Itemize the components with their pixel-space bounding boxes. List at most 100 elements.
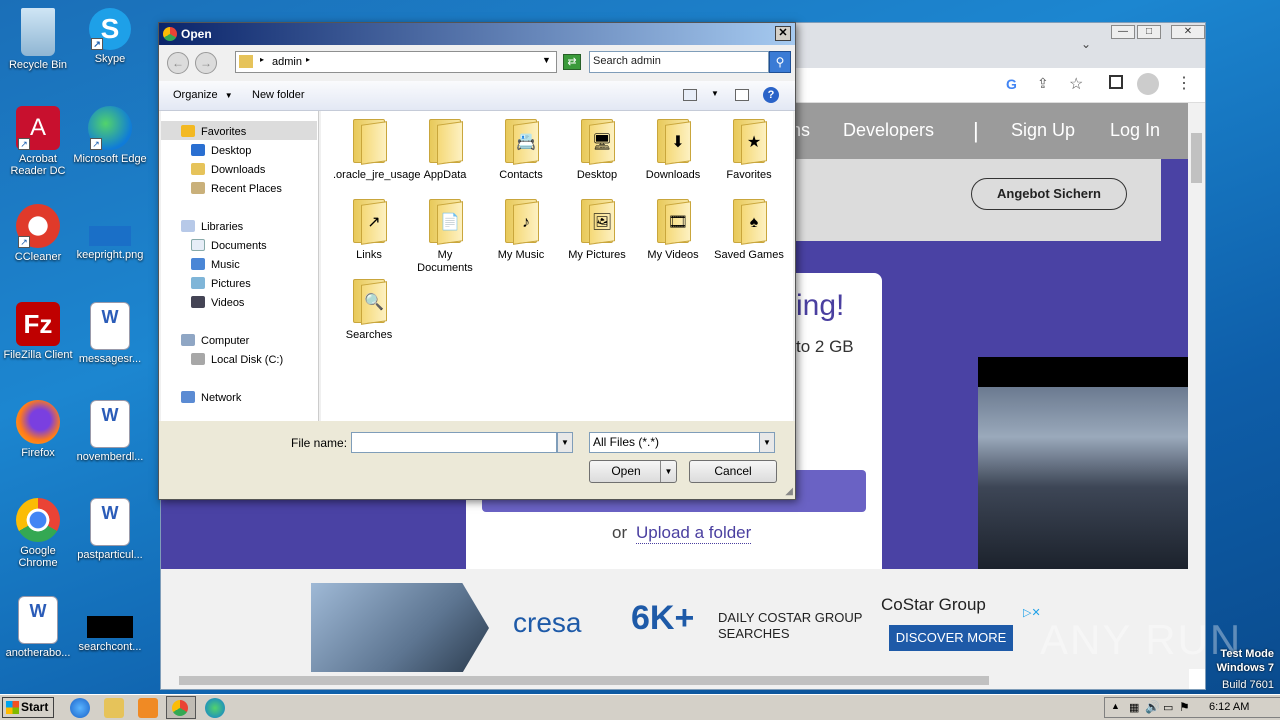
tray-chevron-up-icon[interactable]: ▲ <box>1111 701 1120 711</box>
desktop-icon-pastparticul[interactable]: W pastparticul... <box>72 498 148 561</box>
file-name-input[interactable] <box>351 432 557 453</box>
desktop-icon-chrome[interactable]: Google Chrome <box>0 498 76 569</box>
open-button[interactable]: Open ▼ <box>589 460 677 483</box>
share-icon[interactable]: ⇪ <box>1037 75 1049 92</box>
tray-flag-icon[interactable]: ⚑ <box>1179 700 1190 714</box>
nav-developers[interactable]: Developers <box>843 120 934 141</box>
nav-log-in[interactable]: Log In <box>1110 120 1160 141</box>
folder-item[interactable]: 🖼 My Pictures <box>561 197 633 262</box>
desktop-icon-novemberdl[interactable]: W novemberdl... <box>72 400 148 463</box>
search-input[interactable]: Search admin <box>589 51 769 73</box>
refresh-icon[interactable]: ⇄ <box>563 54 581 70</box>
close-window-button[interactable]: ✕ <box>1171 25 1205 39</box>
tray-volume-icon[interactable]: 🔊 <box>1145 700 1160 714</box>
taskbar-clock[interactable]: 6:12 AM <box>1209 701 1249 713</box>
help-icon[interactable]: ? <box>763 87 779 103</box>
desktop-icon-anotherabo[interactable]: W anotherabo... <box>0 596 76 659</box>
profile-avatar-icon[interactable] <box>1137 73 1159 95</box>
file-type-select[interactable]: All Files (*.*) <box>589 432 761 453</box>
ad-close-icon[interactable]: ▷✕ <box>1023 606 1041 619</box>
menu-kebab-icon[interactable]: ⋮ <box>1176 73 1192 93</box>
new-folder-button[interactable]: New folder <box>252 89 305 101</box>
folder-item[interactable]: ♪ My Music <box>485 197 557 262</box>
side-panel-icon[interactable] <box>1109 75 1123 89</box>
back-button[interactable]: ← <box>167 52 189 74</box>
address-history-chevron-icon[interactable]: ▼ <box>542 55 551 65</box>
nav-downloads[interactable]: Downloads <box>191 163 265 176</box>
nav-local-disk[interactable]: Local Disk (C:) <box>191 353 283 366</box>
folder-item[interactable]: ⬇ Downloads <box>637 117 709 182</box>
google-icon[interactable]: G <box>1006 76 1017 92</box>
breadcrumb-box[interactable]: ▸ admin ▸ ▼ <box>235 51 557 73</box>
nav-videos[interactable]: Videos <box>191 296 244 309</box>
forward-button[interactable]: → <box>195 52 217 74</box>
ad-banner[interactable]: cresa 6K+ DAILY COSTAR GROUP SEARCHES Co… <box>161 569 1189 674</box>
vertical-scroll-thumb[interactable] <box>1191 133 1202 183</box>
media-player-icon[interactable] <box>138 698 158 718</box>
tray-monitor-icon[interactable]: ▭ <box>1163 701 1173 714</box>
folder-item[interactable]: 📄 My Documents <box>409 197 481 275</box>
open-file-dialog: Open ✕ ← → ▸ admin ▸ ▼ ⇄ Search admin ⚲ … <box>158 22 796 500</box>
desktop-icon-skype[interactable]: S ↗ Skype <box>72 8 148 65</box>
tab-search-chevron-icon[interactable]: ⌄ <box>1081 37 1091 51</box>
folder-item[interactable]: ↗ Links <box>333 197 405 262</box>
nav-music[interactable]: Music <box>191 258 240 271</box>
start-button[interactable]: Start <box>2 697 54 718</box>
desktop-icon-edge[interactable]: ↗ Microsoft Edge <box>72 106 148 165</box>
nav-sign-up[interactable]: Sign Up <box>1011 120 1075 141</box>
breadcrumb-admin[interactable]: admin <box>272 56 302 68</box>
preview-pane-icon[interactable] <box>735 89 749 101</box>
ie-icon[interactable] <box>70 698 90 718</box>
edge-icon[interactable] <box>205 698 225 718</box>
libraries-icon <box>181 220 195 232</box>
breadcrumb-dropdown-icon[interactable]: ▸ <box>306 55 310 64</box>
folder-item[interactable]: AppData <box>409 117 481 182</box>
search-icon[interactable]: ⚲ <box>769 51 791 73</box>
folder-item[interactable]: 📇 Contacts <box>485 117 557 182</box>
maximize-button[interactable]: □ <box>1137 25 1161 39</box>
desktop-icon-firefox[interactable]: Firefox <box>0 400 76 459</box>
desktop-icon-filezilla[interactable]: Fz FileZilla Client <box>0 302 76 361</box>
tray-network-icon[interactable]: ▦ <box>1129 701 1139 714</box>
nav-pictures[interactable]: Pictures <box>191 277 251 290</box>
folder-item[interactable]: ♠ Saved Games <box>713 197 785 262</box>
desktop-icon-searchcont[interactable]: searchcont... <box>72 596 148 653</box>
horizontal-scrollbar[interactable] <box>161 672 1189 689</box>
folder-item[interactable]: 🖥 Desktop <box>561 117 633 182</box>
bookmark-star-icon[interactable]: ☆ <box>1069 74 1083 94</box>
nav-recent-places[interactable]: Recent Places <box>191 182 282 195</box>
nav-computer[interactable]: Computer <box>181 334 249 347</box>
folder-item[interactable]: 🎞 My Videos <box>637 197 709 262</box>
resize-grip-icon[interactable]: ◢ <box>785 486 793 497</box>
minimize-button[interactable]: — <box>1111 25 1135 39</box>
nav-documents[interactable]: Documents <box>191 239 267 252</box>
nav-network[interactable]: Network <box>181 391 241 404</box>
nav-libraries[interactable]: Libraries <box>181 220 243 233</box>
desktop-icon-keepright[interactable]: keepright.png <box>72 204 148 261</box>
cancel-button[interactable]: Cancel <box>689 460 777 483</box>
file-type-chevron-down-icon[interactable]: ▼ <box>759 432 775 453</box>
nav-favorites[interactable]: Favorites <box>181 125 246 138</box>
desktop-icon-messages[interactable]: W messagesr... <box>72 302 148 365</box>
view-chevron-down-icon[interactable]: ▼ <box>711 89 719 98</box>
folder-item[interactable]: ★ Favorites <box>713 117 785 182</box>
desktop-icon-recycle-bin[interactable]: Recycle Bin <box>0 8 76 71</box>
angebot-sichern-button[interactable]: Angebot Sichern <box>971 178 1127 210</box>
breadcrumb-arrow-icon[interactable]: ▸ <box>260 55 264 64</box>
dialog-titlebar[interactable]: Open ✕ <box>159 23 795 45</box>
folder-item[interactable]: 🔍 Searches <box>333 277 405 342</box>
explorer-icon[interactable] <box>104 698 124 718</box>
folder-item[interactable]: .oracle_jre_usage <box>333 117 420 182</box>
recent-places-icon <box>191 182 205 194</box>
ad-discover-button[interactable]: DISCOVER MORE <box>889 625 1013 651</box>
desktop-icon-acrobat[interactable]: A ↗ Acrobat Reader DC <box>0 106 76 177</box>
horizontal-scroll-thumb[interactable] <box>179 676 989 685</box>
vertical-scrollbar[interactable] <box>1188 103 1205 669</box>
desktop-icon-ccleaner[interactable]: ↗ CCleaner <box>0 204 76 263</box>
nav-desktop[interactable]: Desktop <box>191 144 251 157</box>
organize-button[interactable]: Organize ▼ <box>173 89 233 101</box>
file-name-dropdown-button[interactable]: ▼ <box>557 432 573 453</box>
upload-folder-link[interactable]: Upload a folder <box>636 523 752 544</box>
dialog-close-button[interactable]: ✕ <box>775 26 791 41</box>
view-options-icon[interactable] <box>683 89 697 101</box>
